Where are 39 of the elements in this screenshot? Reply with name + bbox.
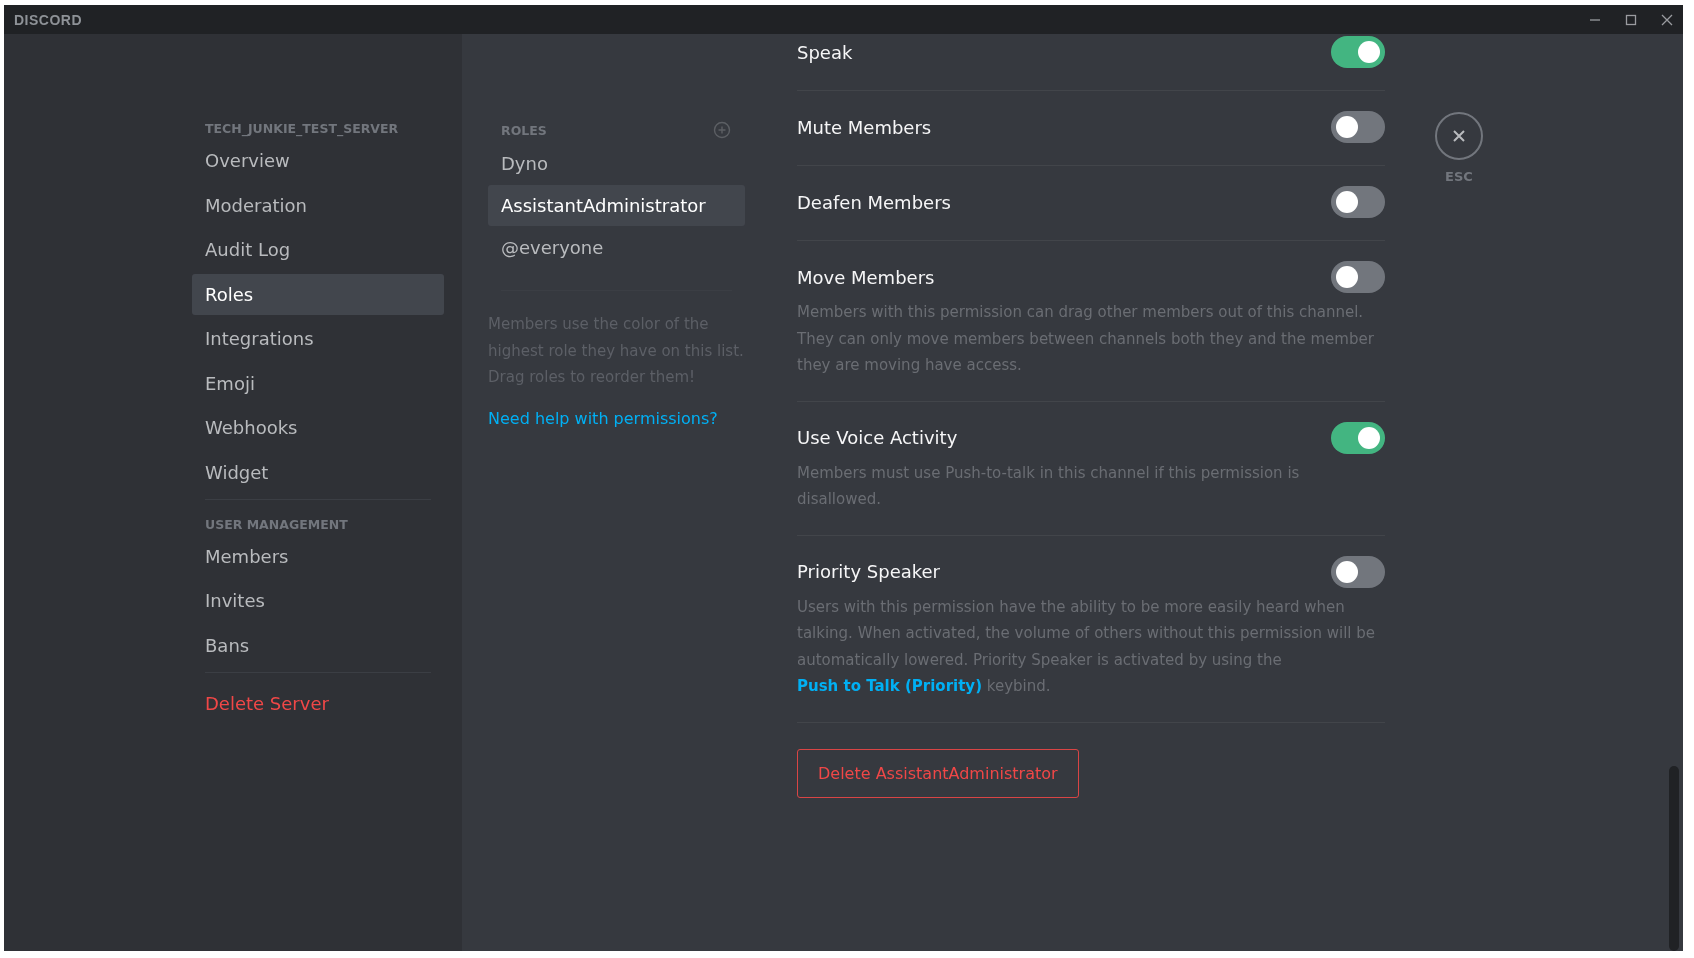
- permission-title: Mute Members: [797, 116, 932, 138]
- app-logo: DISCORD: [14, 11, 83, 28]
- permission-title: Speak: [797, 41, 853, 63]
- section-header: TECH_JUNKIE_TEST_SERVER: [204, 120, 400, 139]
- toggle-switch[interactable]: [1331, 36, 1385, 68]
- permission-title: Priority Speaker: [797, 561, 940, 582]
- section-header: ROLES: [501, 122, 547, 138]
- close-icon[interactable]: [1661, 13, 1673, 26]
- toggle-switch[interactable]: [1331, 421, 1385, 454]
- toggle-switch[interactable]: [1331, 186, 1385, 218]
- sidebar-item[interactable]: Members: [192, 535, 444, 577]
- permission-title: Deafen Members: [797, 191, 951, 213]
- toggle-switch[interactable]: [1331, 555, 1385, 588]
- close-button[interactable]: [1435, 112, 1483, 160]
- sidebar-item[interactable]: Webhooks: [192, 407, 444, 448]
- sidebar-item[interactable]: Bans: [192, 624, 444, 666]
- sidebar-item[interactable]: Integrations: [192, 318, 444, 359]
- sidebar-item[interactable]: Moderation: [192, 184, 444, 226]
- permission-title: Move Members: [797, 266, 935, 288]
- sidebar-item[interactable]: Emoji: [192, 362, 444, 404]
- sidebar-item[interactable]: Widget: [192, 451, 444, 493]
- role-item[interactable]: AssistantAdministrator: [488, 185, 745, 226]
- permission-title: Use Voice Activity: [797, 427, 958, 448]
- maximize-icon[interactable]: [1625, 13, 1637, 26]
- sidebar-item[interactable]: Audit Log: [192, 229, 444, 270]
- close-icon: [1451, 128, 1467, 144]
- delete-server-item[interactable]: Delete Server: [192, 682, 444, 724]
- role-item[interactable]: @everyone: [488, 227, 745, 268]
- toggle-switch[interactable]: [1331, 111, 1385, 143]
- section-header: USER MANAGEMENT: [204, 515, 349, 534]
- toggle-switch[interactable]: [1331, 261, 1385, 293]
- sidebar-item[interactable]: Overview: [192, 140, 444, 181]
- sidebar-item[interactable]: Invites: [192, 580, 444, 621]
- scrollbar-thumb[interactable]: [1669, 766, 1679, 951]
- help-link[interactable]: Need help with permissions?: [488, 408, 718, 428]
- esc-label: ESC: [1445, 169, 1473, 184]
- sidebar-item[interactable]: Roles: [192, 273, 444, 315]
- keybind-link[interactable]: Push to Talk (Priority): [797, 677, 982, 695]
- role-item[interactable]: Dyno: [488, 143, 745, 184]
